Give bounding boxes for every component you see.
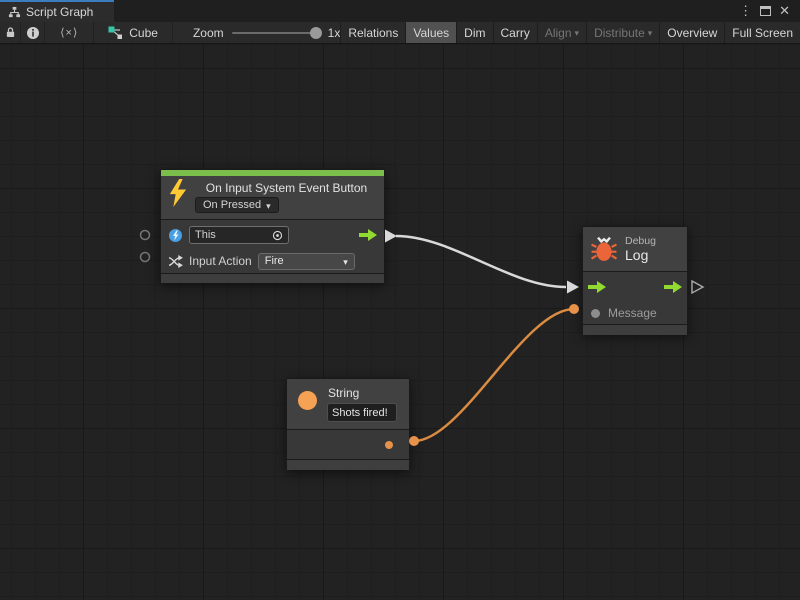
trigger-output-port[interactable] — [664, 281, 682, 293]
distribute-dropdown[interactable]: Distribute ▾ — [586, 22, 659, 43]
string-node-body — [287, 429, 409, 459]
values-button[interactable]: Values — [405, 22, 456, 43]
event-node-header: On Input System Event Button On Pressed … — [161, 176, 384, 219]
message-input-port[interactable] — [591, 309, 600, 318]
chevron-down-icon: ▾ — [648, 28, 653, 39]
info-icon — [26, 26, 40, 40]
kebab-menu-icon[interactable]: ⋮ — [737, 0, 754, 22]
close-icon[interactable]: ✕ — [777, 0, 792, 22]
window-controls: ⋮ ✕ — [737, 0, 800, 22]
debug-log-node[interactable]: Debug Log Message — [582, 226, 688, 334]
string-type-icon — [298, 391, 317, 410]
toolbar-buttons: Relations Values Dim Carry Align ▾ Distr… — [340, 22, 800, 43]
lock-button[interactable] — [0, 22, 21, 43]
chevron-down-icon: ▾ — [343, 257, 348, 268]
input-action-dropdown[interactable]: Fire ▾ — [258, 253, 355, 270]
trigger-wire-end-arrow — [567, 281, 579, 294]
zoom-value: 1x — [328, 26, 341, 40]
on-pressed-dropdown[interactable]: On Pressed ▾ — [195, 197, 279, 213]
tab-script-graph[interactable]: Script Graph — [0, 0, 114, 22]
on-input-system-event-button-node[interactable]: On Input System Event Button On Pressed … — [160, 169, 385, 283]
maximize-icon[interactable] — [760, 6, 771, 16]
lock-icon — [4, 26, 17, 39]
trigger-output-port[interactable] — [359, 229, 377, 241]
debug-node-title: Log — [625, 247, 656, 263]
event-node-title: On Input System Event Button — [195, 179, 378, 195]
align-dropdown[interactable]: Align ▾ — [537, 22, 586, 43]
string-node-footer — [287, 459, 409, 470]
debug-node-category: Debug — [625, 235, 656, 247]
code-view-button[interactable]: ⟨×⟩ — [45, 22, 94, 43]
debug-node-footer — [583, 324, 687, 335]
selection-segment[interactable]: Cube — [94, 22, 173, 43]
target-picker-icon[interactable] — [272, 230, 283, 241]
debug-flow-row — [583, 272, 687, 302]
lightning-bolt-icon — [168, 179, 188, 207]
graph-icon — [8, 6, 21, 19]
debug-bug-icon — [591, 236, 617, 262]
string-value-field[interactable]: Shots fired! — [327, 403, 397, 422]
graph-toolbar: ⟨×⟩ Cube Zoom 1x Relations Values Dim Ca… — [0, 22, 800, 44]
carry-button[interactable]: Carry — [493, 22, 537, 43]
trigger-input-port[interactable] — [588, 281, 606, 293]
flow-continuation-triangle[interactable] — [692, 281, 703, 293]
zoom-label: Zoom — [193, 26, 224, 40]
debug-node-body: Message — [583, 271, 687, 324]
graph-pointer-icon — [108, 26, 123, 40]
zoom-control: Zoom 1x — [173, 22, 340, 43]
this-port-field[interactable]: This — [189, 226, 289, 244]
graph-canvas[interactable]: On Input System Event Button On Pressed … — [0, 44, 800, 600]
unconnected-port-circle[interactable] — [141, 231, 150, 240]
tab-bar: Script Graph ⋮ ✕ — [0, 0, 800, 22]
input-action-icon — [168, 255, 183, 268]
tab-title: Script Graph — [26, 5, 93, 19]
trigger-wire[interactable] — [396, 236, 566, 287]
value-wire-start-dot — [409, 436, 419, 446]
input-action-port-row: Input Action Fire ▾ — [161, 248, 384, 274]
input-action-label: Input Action — [189, 254, 252, 268]
game-object-icon — [168, 228, 183, 243]
string-node-header: String Shots fired! — [287, 379, 409, 429]
event-node-footer — [161, 273, 384, 283]
string-node-title: String — [327, 385, 397, 403]
message-port-row: Message — [583, 302, 687, 324]
message-port-label: Message — [608, 306, 657, 320]
trigger-wire-start-arrow — [385, 230, 397, 243]
value-wire-end-dot — [569, 304, 579, 314]
zoom-slider-knob[interactable] — [310, 27, 322, 39]
script-graph-window: Script Graph ⋮ ✕ ⟨×⟩ — [0, 0, 800, 600]
overview-button[interactable]: Overview — [659, 22, 724, 43]
zoom-slider[interactable] — [232, 32, 320, 34]
dim-button[interactable]: Dim — [456, 22, 492, 43]
debug-node-header: Debug Log — [583, 227, 687, 271]
chevron-down-icon: ▾ — [266, 201, 271, 212]
string-literal-node[interactable]: String Shots fired! — [286, 378, 410, 470]
event-node-body: This — [161, 219, 384, 273]
info-button[interactable] — [21, 22, 45, 43]
unconnected-port-circle[interactable] — [141, 253, 150, 262]
string-output-port[interactable] — [385, 441, 393, 449]
relations-button[interactable]: Relations — [340, 22, 405, 43]
this-port-row: This — [161, 222, 384, 248]
selection-label: Cube — [129, 26, 158, 40]
fullscreen-button[interactable]: Full Screen — [724, 22, 800, 43]
value-wire[interactable] — [414, 309, 574, 441]
chevron-down-icon: ▾ — [575, 28, 580, 39]
